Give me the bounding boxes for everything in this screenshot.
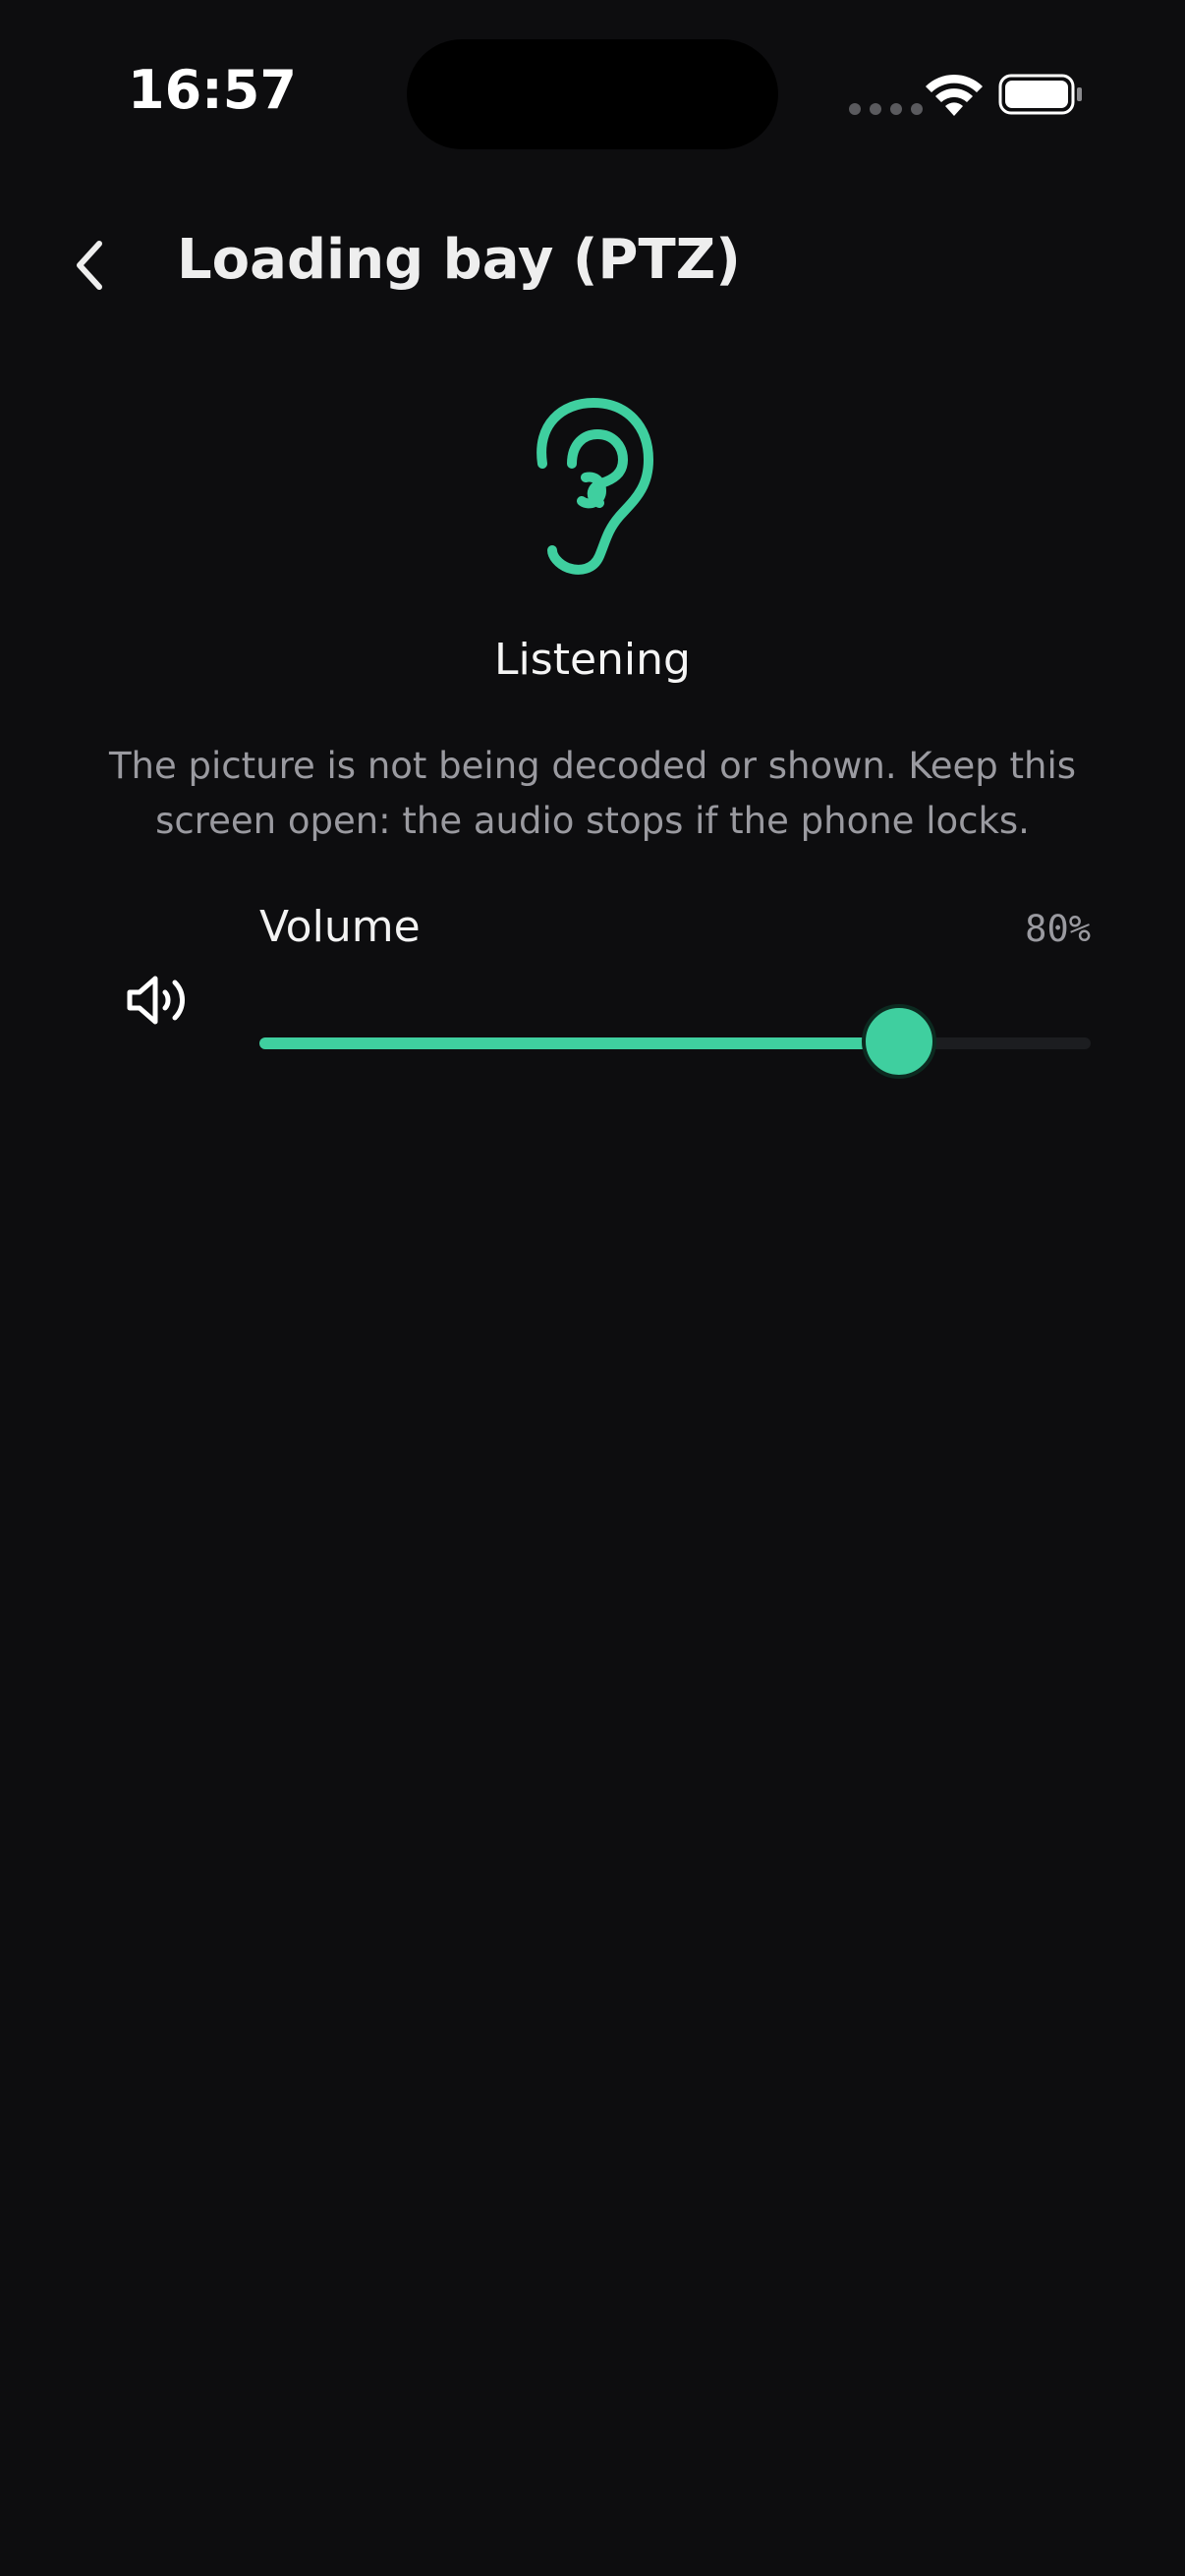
status-time: 16:57 (128, 59, 297, 121)
volume-slider[interactable] (259, 1004, 1091, 1083)
ear-icon (536, 398, 653, 575)
volume-label: Volume (259, 902, 421, 952)
speaker-icon (127, 976, 185, 1025)
listening-status-label: Listening (494, 635, 691, 685)
wifi-icon (926, 74, 983, 116)
back-button[interactable] (55, 226, 124, 305)
page-title: Loading bay (PTZ) (177, 228, 741, 292)
cellular-signal-icon (849, 103, 923, 115)
dynamic-island (407, 39, 778, 149)
volume-slider-thumb[interactable] (862, 1004, 937, 1079)
volume-slider-fill (259, 1037, 900, 1049)
volume-value: 80% (1025, 908, 1091, 950)
battery-icon (998, 74, 1082, 115)
listening-description: The picture is not being decoded or show… (108, 745, 1077, 842)
chevron-left-icon (77, 241, 102, 290)
